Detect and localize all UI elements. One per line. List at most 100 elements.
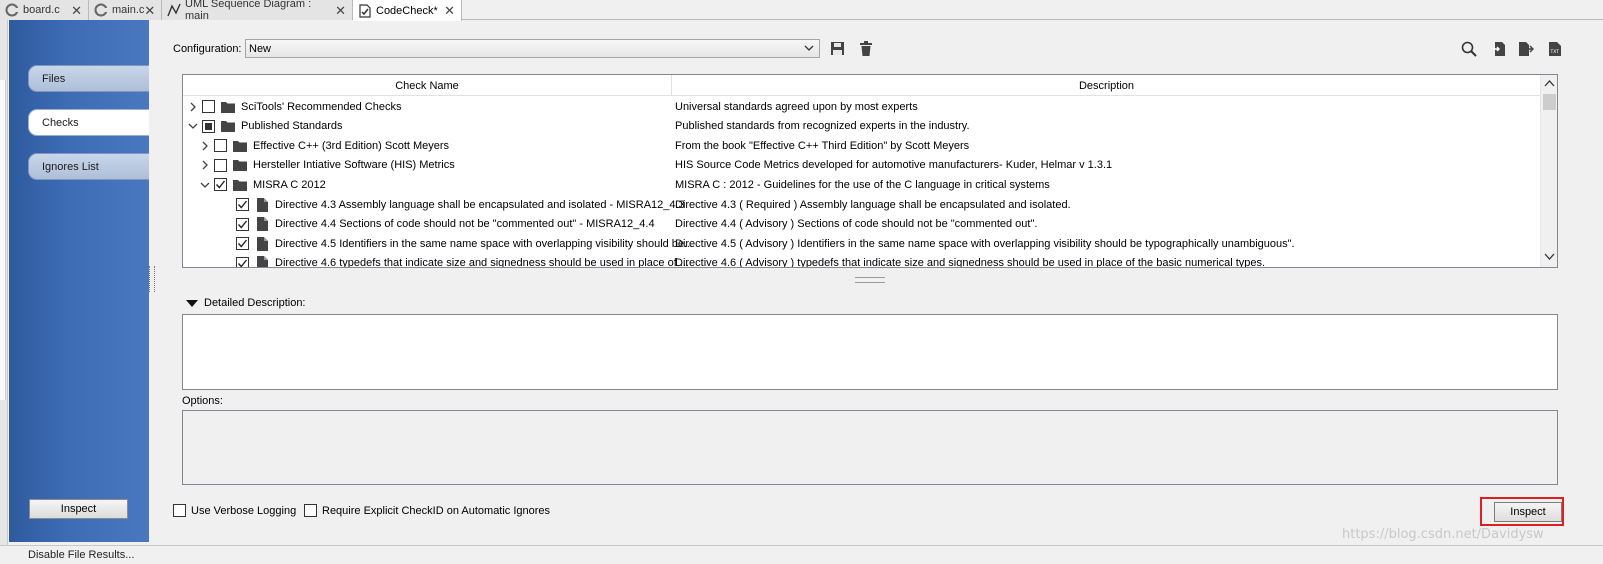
checkbox[interactable] xyxy=(304,504,317,517)
tab-board-c[interactable]: board.c ✕ xyxy=(0,0,89,20)
column-header-description[interactable]: Description xyxy=(672,75,1541,96)
tree-vertical-scrollbar[interactable] xyxy=(1540,75,1557,267)
folder-icon xyxy=(233,178,247,192)
tree-row[interactable]: Effective C++ (3rd Edition) Scott Meyers… xyxy=(183,136,1541,156)
configuration-select[interactable]: New xyxy=(245,39,820,58)
folder-icon xyxy=(233,158,247,172)
require-checkid-label: Require Explicit CheckID on Automatic Ig… xyxy=(322,504,551,517)
delete-icon[interactable] xyxy=(857,40,874,57)
close-icon[interactable]: ✕ xyxy=(444,4,455,17)
require-checkid-checkbox[interactable]: Require Explicit CheckID on Automatic Ig… xyxy=(304,504,550,517)
sidebar-item-files[interactable]: Files xyxy=(28,65,149,92)
row-checkbox[interactable] xyxy=(214,139,227,153)
sidebar-inspect-button[interactable]: Inspect xyxy=(29,499,128,519)
export-txt-icon[interactable]: TXT xyxy=(1546,40,1563,58)
verbose-logging-checkbox[interactable]: Use Verbose Logging xyxy=(173,504,296,517)
tab-codecheck[interactable]: CodeCheck* ✕ xyxy=(353,0,462,21)
sidebar-splitter-handle[interactable] xyxy=(149,266,155,292)
search-icon[interactable] xyxy=(1460,40,1478,58)
row-checkbox[interactable] xyxy=(236,217,249,231)
c-file-icon xyxy=(94,3,108,17)
scrollbar-thumb[interactable] xyxy=(1543,94,1556,110)
chevron-right-icon[interactable] xyxy=(199,140,211,152)
detailed-description-toggle[interactable]: Detailed Description: xyxy=(186,297,306,309)
status-text: Disable File Results... xyxy=(28,549,135,561)
tree-row[interactable]: Directive 4.5 Identifiers in the same na… xyxy=(183,234,1541,254)
tree-row[interactable]: Directive 4.6 typedefs that indicate siz… xyxy=(183,254,1541,268)
check-description-cell: Directive 4.5 ( Advisory ) Identifiers i… xyxy=(675,237,1295,250)
check-name-label: MISRA C 2012 xyxy=(253,178,326,191)
row-checkbox[interactable] xyxy=(236,256,249,267)
chevron-right-icon[interactable] xyxy=(187,101,199,113)
check-name-cell: Published Standards xyxy=(187,117,343,136)
file-icon xyxy=(255,236,269,251)
tree-row[interactable]: Directive 4.3 Assembly language shall be… xyxy=(183,195,1541,215)
codecheck-sidebar: Files Checks Ignores List Inspect xyxy=(9,20,149,542)
sidebar-item-label: Ignores List xyxy=(42,160,99,173)
chevron-down-icon[interactable] xyxy=(199,179,211,191)
save-icon[interactable] xyxy=(829,40,846,57)
row-checkbox[interactable] xyxy=(214,158,227,172)
chevron-down-icon[interactable] xyxy=(187,120,199,132)
file-icon xyxy=(255,197,269,212)
check-name-label: Hersteller Intiative Software (HIS) Metr… xyxy=(253,159,455,172)
export-icon[interactable] xyxy=(1517,40,1535,58)
tab-main-c[interactable]: main.c ✕ xyxy=(89,0,162,20)
sidebar-item-checks[interactable]: Checks xyxy=(28,109,149,136)
check-name-label: Directive 4.4 Sections of code should no… xyxy=(275,218,655,231)
close-icon[interactable]: ✕ xyxy=(144,4,155,17)
diagram-icon xyxy=(167,3,181,17)
tab-label: main.c xyxy=(112,4,145,16)
close-icon[interactable]: ✕ xyxy=(335,4,346,17)
options-box xyxy=(182,410,1558,485)
chevron-right-icon[interactable] xyxy=(199,159,211,171)
panel-splitter-handle[interactable] xyxy=(855,277,885,283)
tab-uml-sequence-diagram[interactable]: UML Sequence Diagram : main ✕ xyxy=(162,0,353,22)
checkbox[interactable] xyxy=(173,504,186,517)
row-checkbox[interactable] xyxy=(236,237,249,251)
check-name-cell: Directive 4.6 typedefs that indicate siz… xyxy=(221,254,689,267)
folder-icon xyxy=(221,119,235,133)
detailed-description-label: Detailed Description: xyxy=(204,297,306,309)
check-name-cell: SciTools' Recommended Checks xyxy=(187,97,401,116)
check-name-cell: Effective C++ (3rd Edition) Scott Meyers xyxy=(199,136,449,155)
check-description-cell: Directive 4.6 ( Advisory ) typedefs that… xyxy=(675,257,1266,268)
check-name-label: Directive 4.3 Assembly language shall be… xyxy=(275,198,685,211)
verbose-logging-label: Use Verbose Logging xyxy=(191,504,297,517)
configuration-label: Configuration: xyxy=(173,43,242,55)
sidebar-item-label: Files xyxy=(42,72,66,85)
check-name-label: Directive 4.5 Identifiers in the same na… xyxy=(275,237,694,250)
inspect-button[interactable]: Inspect xyxy=(1494,502,1562,522)
file-icon xyxy=(255,217,269,232)
check-description-cell: MISRA C : 2012 - Guidelines for the use … xyxy=(675,178,1050,191)
codecheck-icon xyxy=(358,3,372,18)
tree-row[interactable]: MISRA C 2012 MISRA C : 2012 - Guidelines … xyxy=(183,175,1541,195)
check-description-cell: Directive 4.4 ( Advisory ) Sections of c… xyxy=(675,218,1038,231)
close-icon[interactable]: ✕ xyxy=(71,4,82,17)
status-bar: Disable File Results... xyxy=(0,545,1603,564)
check-description-cell: HIS Source Code Metrics developed for au… xyxy=(675,159,1113,172)
row-checkbox[interactable] xyxy=(236,198,249,211)
row-checkbox[interactable] xyxy=(202,119,215,133)
check-name-cell: Directive 4.5 Identifiers in the same na… xyxy=(221,234,693,253)
row-checkbox[interactable] xyxy=(214,178,227,192)
import-icon[interactable] xyxy=(1490,40,1508,58)
tree-row[interactable]: Published Standards Published standards f… xyxy=(183,117,1541,137)
check-name-cell: Directive 4.4 Sections of code should no… xyxy=(221,215,655,234)
file-icon xyxy=(255,256,269,267)
c-file-icon xyxy=(5,3,19,17)
column-header-check-name[interactable]: Check Name xyxy=(183,75,672,96)
tree-row[interactable]: SciTools' Recommended Checks Universal st… xyxy=(183,97,1541,117)
scroll-down-icon[interactable] xyxy=(1544,252,1555,264)
sidebar-item-ignores-list[interactable]: Ignores List xyxy=(28,153,149,180)
scroll-up-icon[interactable] xyxy=(1544,78,1555,90)
tree-row[interactable]: Hersteller Intiative Software (HIS) Metr… xyxy=(183,156,1541,176)
check-name-cell: Hersteller Intiative Software (HIS) Metr… xyxy=(199,156,455,175)
checks-tree: Check Name Description SciTools' Recomme… xyxy=(182,74,1558,268)
check-name-cell: Directive 4.3 Assembly language shall be… xyxy=(221,195,685,214)
tree-row[interactable]: Directive 4.4 Sections of code should no… xyxy=(183,215,1541,235)
row-checkbox[interactable] xyxy=(202,100,215,113)
